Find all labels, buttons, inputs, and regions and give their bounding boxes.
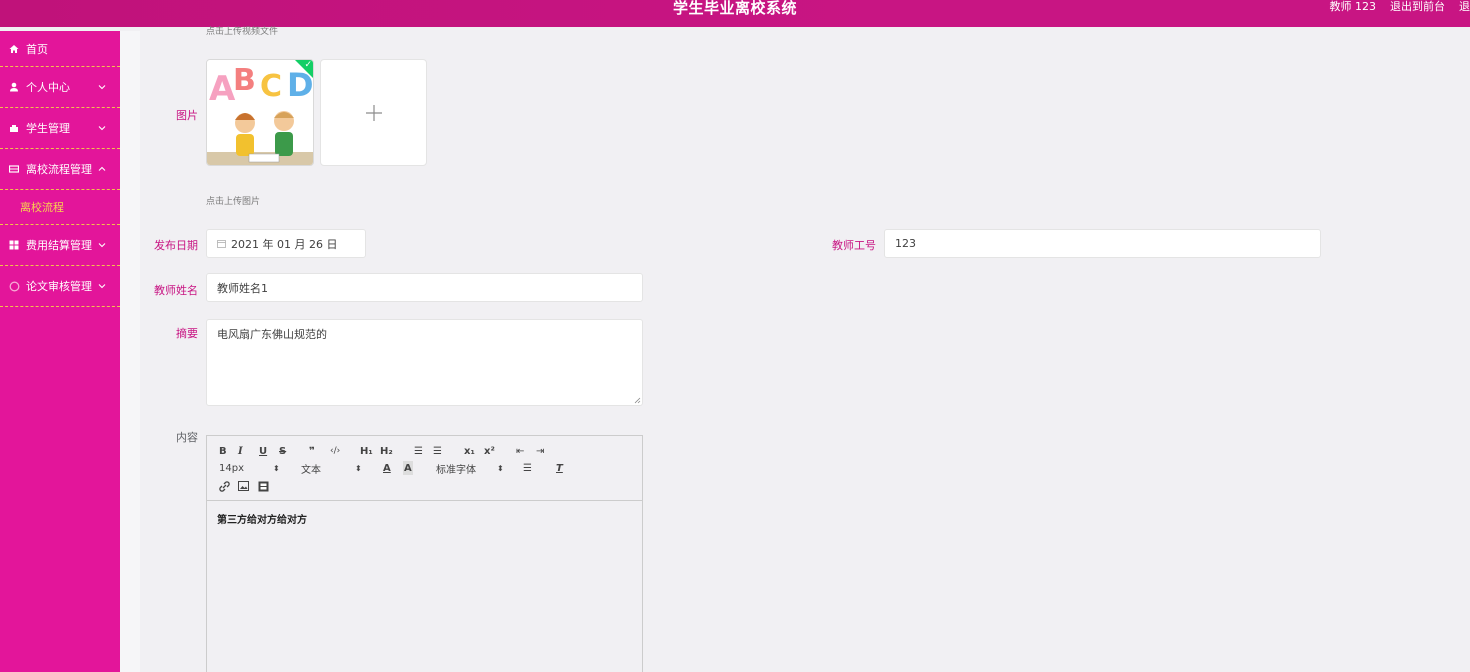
add-image-button[interactable] <box>320 59 427 166</box>
background-color-button[interactable]: A <box>403 461 413 475</box>
teacher-name-label: 教师姓名 <box>154 284 198 297</box>
font-family-value: 标准字体 <box>436 464 476 476</box>
rich-text-editor: B I U S ❞ ‹/› H₁ H₂ ☰ ☰ x₁ x² ⇤ ⇥ 14px ⬍… <box>206 435 643 672</box>
chevron-down-icon <box>98 126 106 131</box>
heading2-button[interactable]: H₂ <box>380 444 393 458</box>
superscript-button[interactable]: x² <box>484 444 495 458</box>
sidebar-gutter <box>120 31 140 672</box>
subscript-button[interactable]: x₁ <box>464 444 475 458</box>
sidebar-item-personal[interactable]: 个人中心 <box>0 67 120 108</box>
video-upload-tip: 点击上传视频文件 <box>206 27 279 37</box>
uploaded-image-thumbnail[interactable]: A B C D ✓ <box>206 59 314 166</box>
teacher-no-value: 123 <box>895 237 916 250</box>
flow-icon <box>8 163 20 175</box>
sidebar-item-label: 论文审核管理 <box>26 280 92 293</box>
summary-value: 电风扇广东佛山规范的 <box>217 328 327 341</box>
sidebar-item-label: 学生管理 <box>26 122 70 135</box>
sidebar: 首页 个人中心 学生管理 离校流程管理 离校流程 费用结算管理 论文审核管理 <box>0 31 120 672</box>
font-family-select[interactable]: 标准字体 <box>436 461 476 476</box>
sort-icon: ⬍ <box>355 463 362 473</box>
home-icon <box>8 43 20 55</box>
font-size-select[interactable]: 14px <box>219 461 244 475</box>
sidebar-item-label: 个人中心 <box>26 81 70 94</box>
logout-link[interactable]: 退 <box>1459 0 1470 14</box>
strike-button[interactable]: S <box>279 444 286 458</box>
block-type-value: 文本 <box>301 464 321 476</box>
font-color-button[interactable]: A <box>383 461 391 475</box>
sort-icon: ⬍ <box>497 463 504 473</box>
top-header: 学生毕业离校系统 教师 123 退出到前台 退 <box>0 0 1470 27</box>
svg-text:A: A <box>209 69 236 109</box>
svg-text:B: B <box>233 63 256 98</box>
publish-date-input[interactable]: 2021 年 01 月 26 日 <box>206 229 366 258</box>
resize-grip-icon[interactable] <box>633 396 641 404</box>
editor-content-area[interactable]: 第三方给对方给对方 <box>207 501 642 536</box>
chevron-up-icon <box>98 166 106 171</box>
image-upload-tip: 点击上传图片 <box>206 197 261 207</box>
calendar-icon <box>217 240 226 248</box>
align-button[interactable]: ☰ <box>523 461 532 475</box>
publish-date-value: 2021 年 01 月 26 日 <box>231 237 338 251</box>
sidebar-item-leaving-flow-mgmt[interactable]: 离校流程管理 <box>0 149 120 190</box>
sidebar-item-home[interactable]: 首页 <box>0 31 120 67</box>
date-label: 发布日期 <box>154 239 198 252</box>
chevron-down-icon <box>98 284 106 289</box>
sidebar-subitem-leaving-flow[interactable]: 离校流程 <box>0 190 120 225</box>
summary-label: 摘要 <box>176 327 198 340</box>
current-user: 教师 123 <box>1329 0 1377 13</box>
sidebar-item-label: 离校流程管理 <box>26 163 92 176</box>
ordered-list-button[interactable]: ☰ <box>414 444 423 458</box>
app-title: 学生毕业离校系统 <box>672 0 797 17</box>
chevron-down-icon <box>98 85 106 90</box>
grid-icon <box>8 239 20 251</box>
font-size-value: 14px <box>219 462 244 474</box>
content-label: 内容 <box>176 431 198 444</box>
link-icon[interactable] <box>219 479 230 493</box>
teacher-name-input[interactable]: 教师姓名1 <box>206 273 643 302</box>
sidebar-item-label: 首页 <box>26 42 48 56</box>
underline-button[interactable]: U <box>259 444 267 458</box>
code-block-button[interactable]: ‹/› <box>330 444 340 458</box>
block-type-select[interactable]: 文本 <box>301 461 321 476</box>
check-icon: ✓ <box>304 60 312 70</box>
teacher-no-input[interactable]: 123 <box>884 229 1321 258</box>
circle-icon <box>8 280 20 292</box>
sidebar-item-label: 离校流程 <box>20 201 64 214</box>
exit-front-link[interactable]: 退出到前台 <box>1390 0 1445 14</box>
user-icon <box>8 81 20 93</box>
header-actions: 教师 123 退出到前台 退 <box>1330 0 1470 14</box>
outdent-button[interactable]: ⇤ <box>516 444 524 458</box>
sidebar-item-fee-settlement[interactable]: 费用结算管理 <box>0 225 120 266</box>
image-icon[interactable] <box>238 479 249 493</box>
student-icon <box>8 122 20 134</box>
image-label: 图片 <box>176 109 198 122</box>
sidebar-item-thesis-review[interactable]: 论文审核管理 <box>0 266 120 307</box>
blockquote-button[interactable]: ❞ <box>309 444 315 458</box>
italic-button[interactable]: I <box>238 444 243 458</box>
heading1-button[interactable]: H₁ <box>360 444 373 458</box>
clear-format-button[interactable]: T <box>556 461 563 475</box>
teacher-no-label: 教师工号 <box>832 239 876 252</box>
editor-toolbar: B I U S ❞ ‹/› H₁ H₂ ☰ ☰ x₁ x² ⇤ ⇥ 14px ⬍… <box>207 436 642 501</box>
teacher-name-value: 教师姓名1 <box>217 281 268 295</box>
sidebar-item-students[interactable]: 学生管理 <box>0 108 120 149</box>
summary-textarea[interactable]: 电风扇广东佛山规范的 <box>206 319 643 406</box>
sidebar-item-label: 费用结算管理 <box>26 239 92 252</box>
main-form: 点击上传视频文件 图片 A B C D ✓ 点击上传图片 发布日期 2021 年… <box>140 27 1470 672</box>
sort-icon: ⬍ <box>273 463 280 473</box>
plus-icon <box>365 104 382 121</box>
chevron-down-icon <box>98 243 106 248</box>
indent-button[interactable]: ⇥ <box>536 444 544 458</box>
svg-text:C: C <box>260 69 282 104</box>
editor-content-text: 第三方给对方给对方 <box>217 515 307 526</box>
video-icon[interactable] <box>258 479 269 493</box>
bullet-list-button[interactable]: ☰ <box>433 444 442 458</box>
bold-button[interactable]: B <box>219 444 227 458</box>
